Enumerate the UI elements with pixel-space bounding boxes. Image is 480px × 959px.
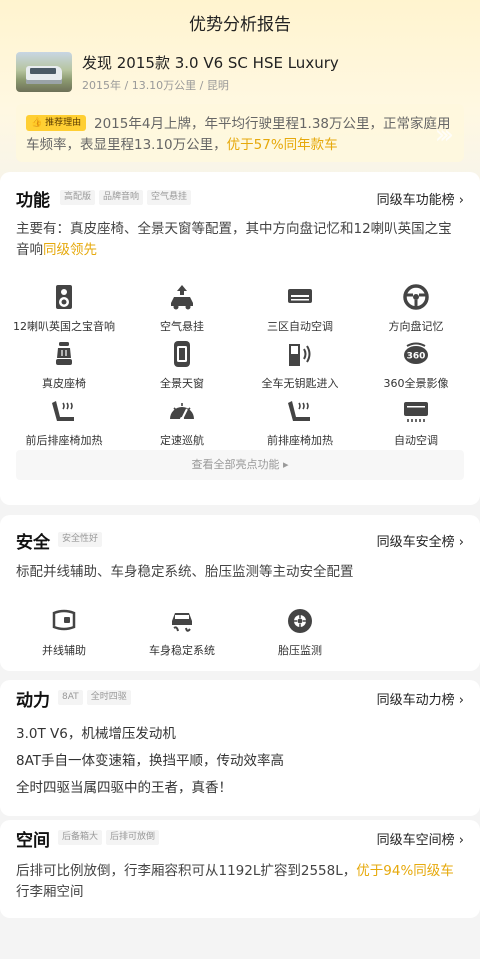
- feature-stability[interactable]: 车身稳定系统: [122, 607, 242, 658]
- space-title: 空间: [16, 831, 50, 851]
- tri-zone-ac-icon: [288, 289, 312, 303]
- chevron-decor-icon: ›››: [434, 120, 454, 150]
- camera-360-icon: 360: [404, 342, 428, 364]
- sunroof-icon: [174, 341, 190, 367]
- feature-leather-seat[interactable]: 真皮座椅: [4, 340, 124, 391]
- hero-header: 优势分析报告 发现 2015款 3.0 V6 SC HSE Luxury 201…: [0, 0, 480, 185]
- air-suspension-icon: [171, 285, 193, 310]
- svg-text:360: 360: [407, 352, 426, 362]
- features-title: 功能: [16, 191, 50, 211]
- chip: 8AT: [58, 690, 83, 705]
- feature-speaker[interactable]: 12喇叭英国之宝音响: [4, 283, 124, 334]
- power-line: 全时四驱当属四驱中的王者，真香！: [16, 780, 232, 796]
- front-seat-heat-icon: [288, 401, 310, 421]
- features-desc: 主要有：真皮座椅、全景天窗等配置，其中方向盘记忆和12喇叭英国之宝音响同级领先: [16, 221, 452, 258]
- auto-ac-icon: [404, 402, 428, 422]
- feature-cruise-control[interactable]: 定速巡航: [122, 397, 242, 448]
- space-rank-link[interactable]: 同级车空间榜 ›: [377, 829, 464, 848]
- tire-pressure-icon: [288, 609, 312, 633]
- chip: 高配版: [60, 190, 96, 205]
- features-rank-link[interactable]: 同级车功能榜 ›: [377, 189, 464, 208]
- power-line: 8AT手自一体变速箱，换挡平顺，传动效率高: [16, 753, 285, 769]
- steering-wheel-icon: [403, 284, 429, 310]
- feature-seat-heating[interactable]: 前后排座椅加热: [4, 397, 124, 448]
- power-title: 动力: [16, 691, 50, 711]
- stability-icon: [172, 613, 192, 632]
- feature-sunroof[interactable]: 全景天窗: [122, 340, 242, 391]
- leather-seat-icon: [56, 342, 72, 365]
- feature-air-suspension[interactable]: 空气悬挂: [122, 283, 242, 334]
- cruise-control-icon: [170, 403, 194, 421]
- space-chips: 后备箱大 后排可放倒: [58, 830, 160, 845]
- space-card: 空间 后备箱大 后排可放倒 同级车空间榜 › 后排可比例放倒，行李厢容积可从11…: [0, 820, 480, 918]
- features-chips: 高配版 品牌音响 空气悬挂: [60, 190, 192, 205]
- feature-keyless-entry[interactable]: 全车无钥匙进入: [240, 340, 360, 391]
- recommend-tag: 👍 推荐理由: [26, 115, 87, 131]
- power-rank-link[interactable]: 同级车动力榜 ›: [377, 689, 464, 708]
- chip: 后排可放倒: [106, 830, 160, 845]
- power-chips: 8AT 全时四驱: [58, 690, 131, 705]
- space-desc: 后排可比例放倒，行李厢容积可从1192L扩容到2558L，优于94%同级车行李厢…: [16, 863, 454, 900]
- car-thumbnail[interactable]: [16, 52, 72, 92]
- view-all-features-button[interactable]: 查看全部亮点功能 ▸: [16, 450, 464, 480]
- feature-tire-pressure[interactable]: 胎压监测: [240, 607, 360, 658]
- recommend-reason: 2015年4月上牌，年平均行驶里程1.38万公里，正常家庭用车频率，表显里程13…: [16, 104, 464, 162]
- car-name: 发现 2015款 3.0 V6 SC HSE Luxury: [82, 54, 339, 72]
- chip: 全时四驱: [86, 690, 131, 705]
- chip: 空气悬挂: [147, 190, 192, 205]
- power-card: 动力 8AT 全时四驱 同级车动力榜 › 3.0T V6，机械增压发动机 8AT…: [0, 680, 480, 816]
- safety-card: 安全 安全性好 同级车安全榜 › 标配并线辅助、车身稳定系统、胎压监测等主动安全…: [0, 515, 480, 671]
- safety-desc: 标配并线辅助、车身稳定系统、胎压监测等主动安全配置: [16, 564, 354, 580]
- feature-360-camera[interactable]: 360 360全景影像: [356, 340, 476, 391]
- features-card: 功能 高配版 品牌音响 空气悬挂 同级车功能榜 › 主要有：真皮座椅、全景天窗等…: [0, 172, 480, 505]
- speaker-icon: [56, 285, 72, 309]
- lane-assist-icon: [52, 609, 76, 631]
- seat-heat-icon: [52, 401, 74, 421]
- safety-rank-link[interactable]: 同级车安全榜 ›: [377, 531, 464, 550]
- feature-tri-zone-ac[interactable]: 三区自动空调: [240, 283, 360, 334]
- safety-title: 安全: [16, 533, 50, 553]
- power-line: 3.0T V6，机械增压发动机: [16, 726, 176, 742]
- feature-auto-ac[interactable]: 自动空调: [356, 397, 476, 448]
- car-meta: 2015年 / 13.10万公里 / 昆明: [82, 79, 229, 92]
- chip: 安全性好: [58, 532, 103, 547]
- feature-front-seat-heating[interactable]: 前排座椅加热: [240, 397, 360, 448]
- chip: 品牌音响: [99, 190, 144, 205]
- page-title: 优势分析报告: [189, 15, 291, 35]
- reason-highlight: 优于57%同年款车: [226, 137, 338, 153]
- feature-lane-assist[interactable]: 并线辅助: [4, 607, 124, 658]
- keyless-entry-icon: [289, 344, 311, 366]
- safety-chips: 安全性好: [58, 532, 103, 547]
- feature-steering-memory[interactable]: 方向盘记忆: [356, 283, 476, 334]
- chip: 后备箱大: [58, 830, 103, 845]
